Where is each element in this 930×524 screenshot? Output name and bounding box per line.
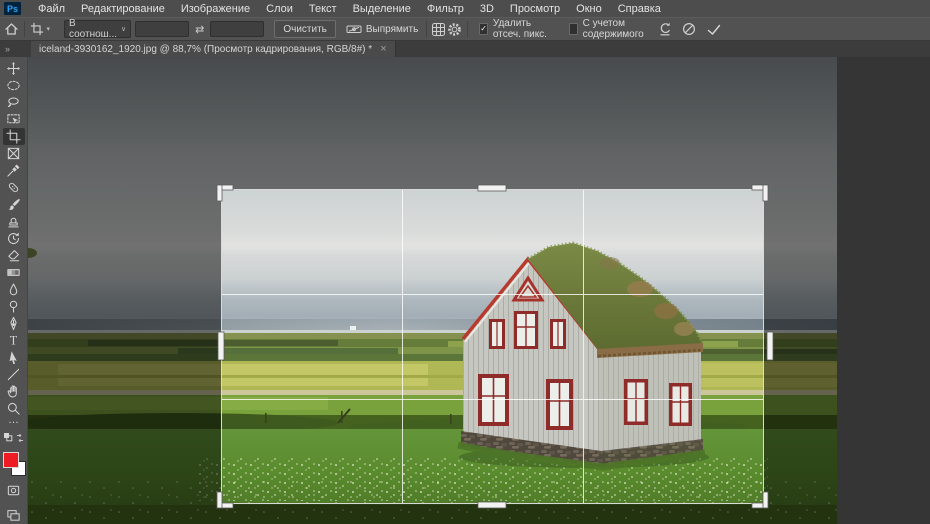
document-tab[interactable]: iceland-3930162_1920.jpg @ 88,7% (Просмо…: [31, 41, 396, 57]
photoshop-window: Ps Файл Редактирование Изображение Слои …: [0, 0, 930, 523]
spot-healing-brush-tool[interactable]: [3, 179, 25, 196]
menu-filter[interactable]: Фильтр: [419, 3, 472, 15]
edit-toolbar-ellipsis-icon[interactable]: …: [8, 417, 19, 427]
content-aware-checkbox[interactable]: ✓ С учетом содержимого: [569, 18, 650, 40]
foreground-color-swatch[interactable]: [3, 452, 19, 468]
overlay-grid-icon[interactable]: [431, 22, 447, 37]
chevron-down-icon: ∨: [121, 26, 126, 33]
separator: [24, 21, 25, 37]
object-selection-tool[interactable]: [3, 111, 25, 128]
document-tab-title: iceland-3930162_1920.jpg @ 88,7% (Просмо…: [39, 44, 372, 55]
delete-cropped-pixels-checkbox[interactable]: ✓ Удалить отсеч. пикс.: [479, 18, 553, 40]
straighten-label: Выпрямить: [366, 24, 418, 35]
menu-edit[interactable]: Редактирование: [73, 3, 173, 15]
options-bar: ▾ В соотнош... ∨ ⇄ Очистить Выпрямить: [0, 17, 930, 41]
chevron-down-icon: ▾: [46, 26, 50, 33]
close-tab-icon[interactable]: ×: [380, 44, 386, 55]
blur-tool[interactable]: [3, 281, 25, 298]
line-tool[interactable]: [3, 366, 25, 383]
crop-ratio-value: В соотнош...: [69, 18, 117, 40]
crop-icon: [30, 22, 44, 36]
reset-crop-icon[interactable]: [658, 22, 672, 36]
tools-panel: T …: [0, 57, 28, 524]
menu-window[interactable]: Окно: [568, 3, 610, 15]
pen-tool[interactable]: [3, 315, 25, 332]
svg-text:T: T: [10, 334, 18, 348]
document-image[interactable]: [28, 57, 837, 524]
crop-tool[interactable]: [3, 128, 25, 145]
straighten-level-icon: [346, 23, 362, 35]
document-tab-bar: » iceland-3930162_1920.jpg @ 88,7% (Прос…: [0, 41, 930, 57]
dodge-tool[interactable]: [3, 298, 25, 315]
commit-crop-icon[interactable]: [706, 23, 722, 36]
path-selection-tool[interactable]: [3, 349, 25, 366]
menu-bar: Ps Файл Редактирование Изображение Слои …: [0, 0, 930, 17]
home-icon[interactable]: [4, 22, 20, 36]
quick-mask-tool[interactable]: [3, 482, 25, 499]
menu-file[interactable]: Файл: [30, 3, 73, 15]
brush-tool[interactable]: [3, 196, 25, 213]
eraser-tool[interactable]: [3, 247, 25, 264]
hand-tool[interactable]: [3, 383, 25, 400]
eyedropper-tool[interactable]: [3, 162, 25, 179]
menu-image[interactable]: Изображение: [173, 3, 258, 15]
history-brush-tool[interactable]: [3, 230, 25, 247]
menu-select[interactable]: Выделение: [345, 3, 419, 15]
crop-height-input[interactable]: [210, 21, 264, 37]
marquee-tool[interactable]: [3, 77, 25, 94]
cancel-crop-icon[interactable]: [682, 22, 696, 36]
crop-ratio-select[interactable]: В соотнош... ∨: [64, 20, 131, 38]
delete-cropped-pixels-label: Удалить отсеч. пикс.: [493, 18, 553, 40]
menu-help[interactable]: Справка: [610, 3, 669, 15]
straighten-button[interactable]: Выпрямить: [346, 23, 418, 35]
move-tool[interactable]: [3, 60, 25, 77]
checkbox-icon: ✓: [479, 23, 488, 35]
clear-button[interactable]: Очистить: [274, 20, 336, 38]
tab-overflow-icon[interactable]: »: [0, 41, 31, 57]
swap-dimensions-icon[interactable]: ⇄: [195, 23, 204, 36]
separator: [426, 21, 427, 37]
lasso-tool[interactable]: [3, 94, 25, 111]
menu-view[interactable]: Просмотр: [502, 3, 568, 15]
frame-tool[interactable]: [3, 145, 25, 162]
menu-3d[interactable]: 3D: [472, 3, 502, 15]
photoshop-logo: Ps: [4, 2, 21, 15]
canvas-area[interactable]: [28, 57, 930, 524]
content-aware-label: С учетом содержимого: [583, 18, 650, 40]
clone-stamp-tool[interactable]: [3, 213, 25, 230]
screen-mode-tool[interactable]: [3, 507, 25, 524]
menu-type[interactable]: Текст: [301, 3, 345, 15]
menu-layers[interactable]: Слои: [258, 3, 301, 15]
type-tool[interactable]: T: [3, 332, 25, 349]
crop-settings-gear-icon[interactable]: [447, 22, 463, 37]
color-swatches[interactable]: [2, 451, 26, 476]
separator: [467, 21, 468, 37]
workspace: T …: [0, 57, 930, 524]
checkbox-icon: ✓: [569, 23, 578, 35]
crop-width-input[interactable]: [135, 21, 189, 37]
crop-tool-preset[interactable]: ▾: [30, 22, 50, 36]
default-and-swap-colors-icon[interactable]: [3, 431, 25, 449]
gradient-tool[interactable]: [3, 264, 25, 281]
